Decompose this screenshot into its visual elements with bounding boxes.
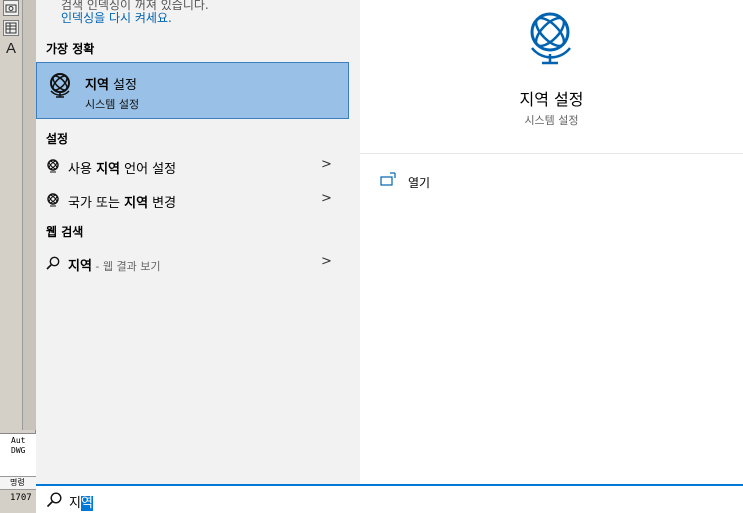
- command-history: Aut DWG: [0, 433, 36, 481]
- best-match-header: 가장 정확: [46, 42, 95, 56]
- chevron-right-icon[interactable]: >: [321, 254, 332, 269]
- result-item-web-search[interactable]: 지역 - 웹 결과 보기 >: [36, 248, 349, 278]
- settings-header: 설정: [46, 132, 69, 146]
- text-tool-icon[interactable]: A: [3, 40, 19, 57]
- search-box[interactable]: 지역: [36, 484, 743, 513]
- chevron-right-icon[interactable]: >: [321, 191, 332, 206]
- result-item-label: 지역 - 웹 결과 보기: [68, 259, 161, 274]
- coordinates-readout: 1707: [0, 489, 36, 513]
- result-item-label: 사용 지역 언어 설정: [68, 162, 177, 177]
- result-detail-pane: 지역 설정 시스템 설정 열기: [360, 0, 743, 484]
- search-input[interactable]: 지역: [69, 492, 93, 511]
- search-results-pane: 검색 인덱싱이 꺼져 있습니다. 인덱싱을 다시 켜세요. 가장 정확 지역 설…: [36, 0, 360, 484]
- divider: [360, 153, 743, 154]
- background-app-window: A Aut DWG 명령 1707: [0, 0, 36, 513]
- detail-subtitle: 시스템 설정: [524, 114, 579, 127]
- globe-icon: [47, 193, 59, 207]
- globe-icon: [47, 159, 59, 173]
- chevron-right-icon[interactable]: >: [321, 157, 332, 172]
- open-label: 열기: [408, 176, 431, 190]
- search-icon: [46, 256, 60, 270]
- detail-title: 지역 설정: [519, 90, 584, 109]
- best-match-title: 지역 설정: [85, 78, 137, 93]
- best-match-subtitle: 시스템 설정: [85, 98, 140, 111]
- command-history-line: Aut: [11, 436, 26, 445]
- camera-tool-icon[interactable]: [3, 0, 19, 16]
- globe-icon: [50, 73, 70, 98]
- toolbar-strip: [22, 0, 36, 430]
- command-prompt[interactable]: 명령: [0, 476, 36, 489]
- enable-indexing-link[interactable]: 인덱싱을 다시 켜세요.: [61, 9, 172, 26]
- result-item-change-region[interactable]: 국가 또는 지역 변경 >: [36, 185, 349, 215]
- open-icon: [380, 172, 396, 186]
- table-tool-icon[interactable]: [3, 20, 19, 36]
- best-match-item[interactable]: 지역 설정 시스템 설정: [36, 62, 349, 119]
- result-item-language-settings[interactable]: 사용 지역 언어 설정 >: [36, 151, 349, 181]
- web-search-header: 웹 검색: [46, 225, 84, 239]
- search-selection: 역: [80, 496, 93, 511]
- search-icon: [46, 492, 62, 508]
- result-item-label: 국가 또는 지역 변경: [68, 196, 177, 211]
- command-history-line: DWG: [11, 446, 26, 455]
- globe-icon: [530, 12, 571, 65]
